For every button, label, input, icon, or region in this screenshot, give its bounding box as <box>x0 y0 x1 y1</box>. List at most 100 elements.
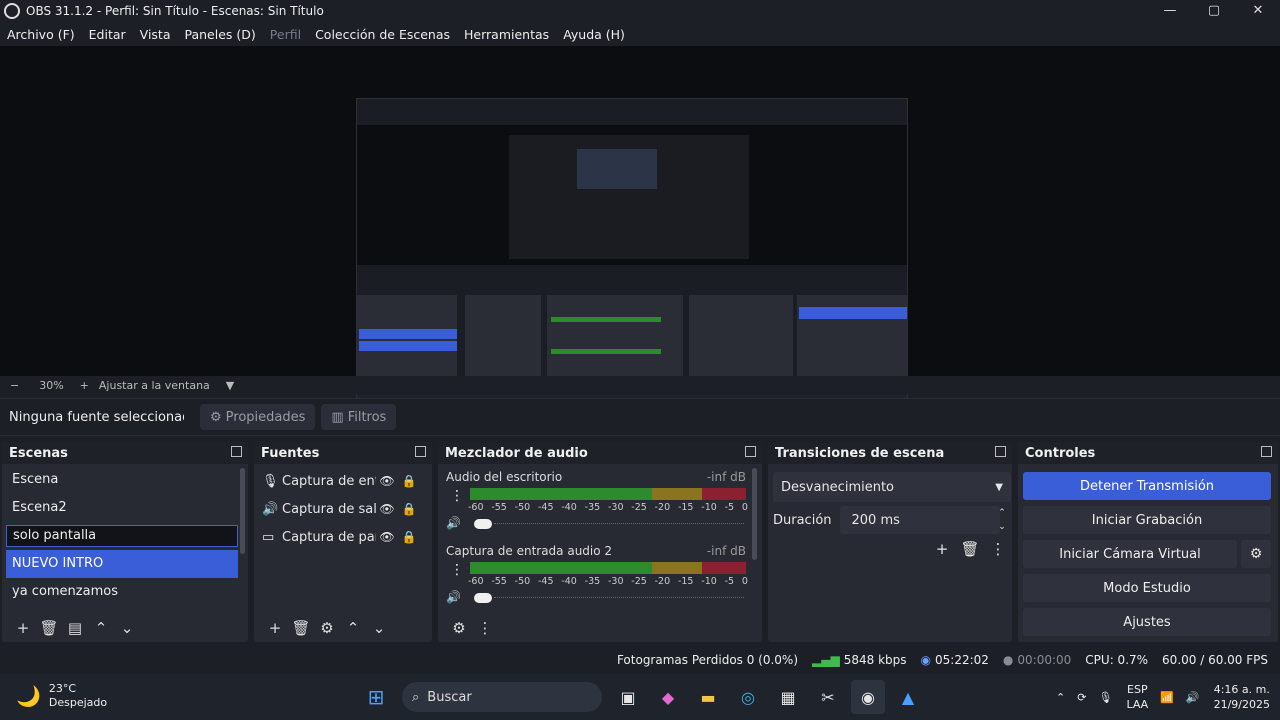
remove-source-icon[interactable]: 🗑 <box>288 619 314 637</box>
menu-ayuda[interactable]: Ayuda (H) <box>563 27 625 42</box>
menu-herramientas[interactable]: Herramientas <box>464 27 549 42</box>
channel-menu-icon[interactable]: ⋮ <box>450 488 464 504</box>
virtual-camera-settings-icon[interactable]: ⚙ <box>1241 540 1271 568</box>
filters-label: Filtros <box>347 409 387 425</box>
title-bar: OBS 31.1.2 - Perfil: Sin Título - Escena… <box>0 0 1280 22</box>
stop-stream-button[interactable]: Detener Transmisión <box>1023 472 1271 500</box>
move-up-icon[interactable]: ⌃ <box>340 619 366 637</box>
microphone-icon[interactable]: 🎙 <box>1098 691 1112 704</box>
fit-window-label[interactable]: Ajustar a la ventana <box>99 379 210 392</box>
lock-icon[interactable]: 🔒 <box>398 530 420 544</box>
source-item[interactable]: 🎙 Captura de entrada 👁 🔒 <box>254 467 432 495</box>
undock-icon[interactable] <box>415 446 426 457</box>
remove-transition-icon[interactable]: 🗑 <box>956 540 984 558</box>
move-down-icon[interactable]: ⌄ <box>366 619 392 637</box>
remove-scene-icon[interactable]: 🗑 <box>36 619 62 637</box>
search-icon: ⌕ <box>412 689 420 705</box>
source-settings-icon[interactable]: ⚙ <box>314 619 340 637</box>
scene-item[interactable]: ya comenzamos <box>6 578 238 606</box>
scenes-scrollbar[interactable] <box>240 468 245 554</box>
store-icon[interactable]: ▦ <box>771 680 805 714</box>
close-button[interactable]: ✕ <box>1236 0 1280 22</box>
duration-input[interactable]: 200 ms <box>839 506 1000 534</box>
mixer-channel: Captura de entrada audio 2 -inf dB ⋮ -60-… <box>446 544 748 604</box>
task-view-icon[interactable]: ▣ <box>611 680 645 714</box>
studio-mode-button[interactable]: Modo Estudio <box>1023 574 1271 602</box>
weather-text: Despejado <box>48 696 108 709</box>
source-item[interactable]: ▭ Captura de pantalla 👁 🔒 <box>254 523 432 551</box>
chevron-up-icon[interactable]: ⌃ <box>1056 691 1065 704</box>
weather-widget[interactable]: 🌙 23°C Despejado <box>16 682 107 710</box>
transition-menu-icon[interactable]: ⋮ <box>984 540 1012 558</box>
mixer-scrollbar[interactable] <box>752 468 757 560</box>
taskbar-search[interactable]: ⌕ Buscar <box>402 682 602 712</box>
menu-paneles[interactable]: Paneles (D) <box>185 27 256 42</box>
zoom-out-button[interactable]: − <box>10 379 19 392</box>
source-name: Captura de salida <box>282 501 376 517</box>
zoom-in-button[interactable]: + <box>80 379 89 392</box>
lock-icon[interactable]: 🔒 <box>398 502 420 516</box>
capcut-icon[interactable]: ✂ <box>811 680 845 714</box>
sync-icon[interactable]: ⟳ <box>1077 691 1086 704</box>
windows-taskbar: 🌙 23°C Despejado ⊞ ⌕ Buscar ▣ ◆ ▬ ◎ ▦ ✂ ◉ … <box>0 674 1280 720</box>
windows-start-icon[interactable]: ⊞ <box>359 680 393 714</box>
scene-item[interactable]: Escena2 <box>6 494 238 522</box>
add-transition-icon[interactable]: + <box>928 540 956 558</box>
undock-icon[interactable] <box>1261 446 1272 457</box>
fps-readout: 60.00 / 60.00 FPS <box>1162 653 1268 667</box>
scene-item[interactable]: Escena <box>6 466 238 494</box>
menu-archivo[interactable]: Archivo (F) <box>7 27 75 42</box>
duration-label: Duración <box>773 512 832 528</box>
visibility-eye-icon[interactable]: 👁 <box>376 502 398 516</box>
settings-button[interactable]: Ajustes <box>1023 608 1271 636</box>
minimize-button[interactable]: — <box>1148 0 1192 22</box>
audio-mixer-dock: Mezclador de audio Audio del escritorio -… <box>438 442 762 642</box>
volume-slider[interactable] <box>470 518 746 530</box>
zoom-dropdown-icon[interactable]: ▼ <box>226 379 234 392</box>
wifi-icon[interactable]: 📶 <box>1160 691 1174 704</box>
move-up-icon[interactable]: ⌃ <box>88 619 114 637</box>
add-source-icon[interactable]: + <box>262 619 288 637</box>
volume-slider[interactable] <box>470 592 746 604</box>
obs-taskbar-icon[interactable]: ◉ <box>851 680 885 714</box>
duration-stepper[interactable]: ⌃ ⌄ <box>993 506 1011 534</box>
move-down-icon[interactable]: ⌄ <box>114 619 140 637</box>
advanced-audio-icon[interactable]: ⚙ <box>446 619 472 637</box>
channel-level: -inf dB <box>706 470 746 484</box>
copilot-icon[interactable]: ◆ <box>651 680 685 714</box>
menu-vista[interactable]: Vista <box>140 27 171 42</box>
lock-icon[interactable]: 🔒 <box>398 474 420 488</box>
properties-button[interactable]: ⚙ Propiedades <box>200 404 316 430</box>
scene-filters-icon[interactable]: ▤ <box>62 619 88 637</box>
language-indicator[interactable]: ESP LAA <box>1126 682 1148 712</box>
start-recording-button[interactable]: Iniciar Grabación <box>1023 506 1271 534</box>
file-explorer-icon[interactable]: ▬ <box>691 680 725 714</box>
add-scene-icon[interactable]: + <box>10 619 36 637</box>
visibility-eye-icon[interactable]: 👁 <box>376 474 398 488</box>
speaker-mute-icon[interactable]: 🔊 <box>446 590 461 604</box>
filters-button[interactable]: ▥ Filtros <box>321 404 397 430</box>
channel-menu-icon[interactable]: ⋮ <box>450 562 464 578</box>
scene-rename-input[interactable]: solo pantalla <box>6 525 238 547</box>
channel-name: Audio del escritorio <box>446 470 563 484</box>
preview-canvas[interactable] <box>0 46 1280 414</box>
undock-icon[interactable] <box>995 446 1006 457</box>
virtual-camera-button[interactable]: Iniciar Cámara Virtual <box>1023 540 1237 568</box>
zoom-bar: − 30% + Ajustar a la ventana ▼ <box>0 376 1280 394</box>
undock-icon[interactable] <box>745 446 756 457</box>
speaker-mute-icon[interactable]: 🔊 <box>446 516 461 530</box>
clock[interactable]: 4:16 a. m. 21/9/2025 <box>1214 682 1270 712</box>
scene-item-selected[interactable]: NUEVO INTRO <box>6 550 238 578</box>
mixer-menu-icon[interactable]: ⋮ <box>472 619 498 637</box>
maximize-button[interactable]: ▢ <box>1192 0 1236 22</box>
undock-icon[interactable] <box>231 446 242 457</box>
photos-icon[interactable]: ▲ <box>891 680 925 714</box>
signal-bars-icon: ▂▄▆ <box>812 653 840 667</box>
edge-icon[interactable]: ◎ <box>731 680 765 714</box>
menu-editar[interactable]: Editar <box>89 27 126 42</box>
transition-select[interactable]: Desvanecimiento ▼ <box>773 472 1011 502</box>
menu-coleccion-escenas[interactable]: Colección de Escenas <box>315 27 450 42</box>
visibility-eye-icon[interactable]: 👁 <box>376 530 398 544</box>
volume-icon[interactable]: 🔊 <box>1186 691 1200 704</box>
source-item[interactable]: 🔊 Captura de salida 👁 🔒 <box>254 495 432 523</box>
